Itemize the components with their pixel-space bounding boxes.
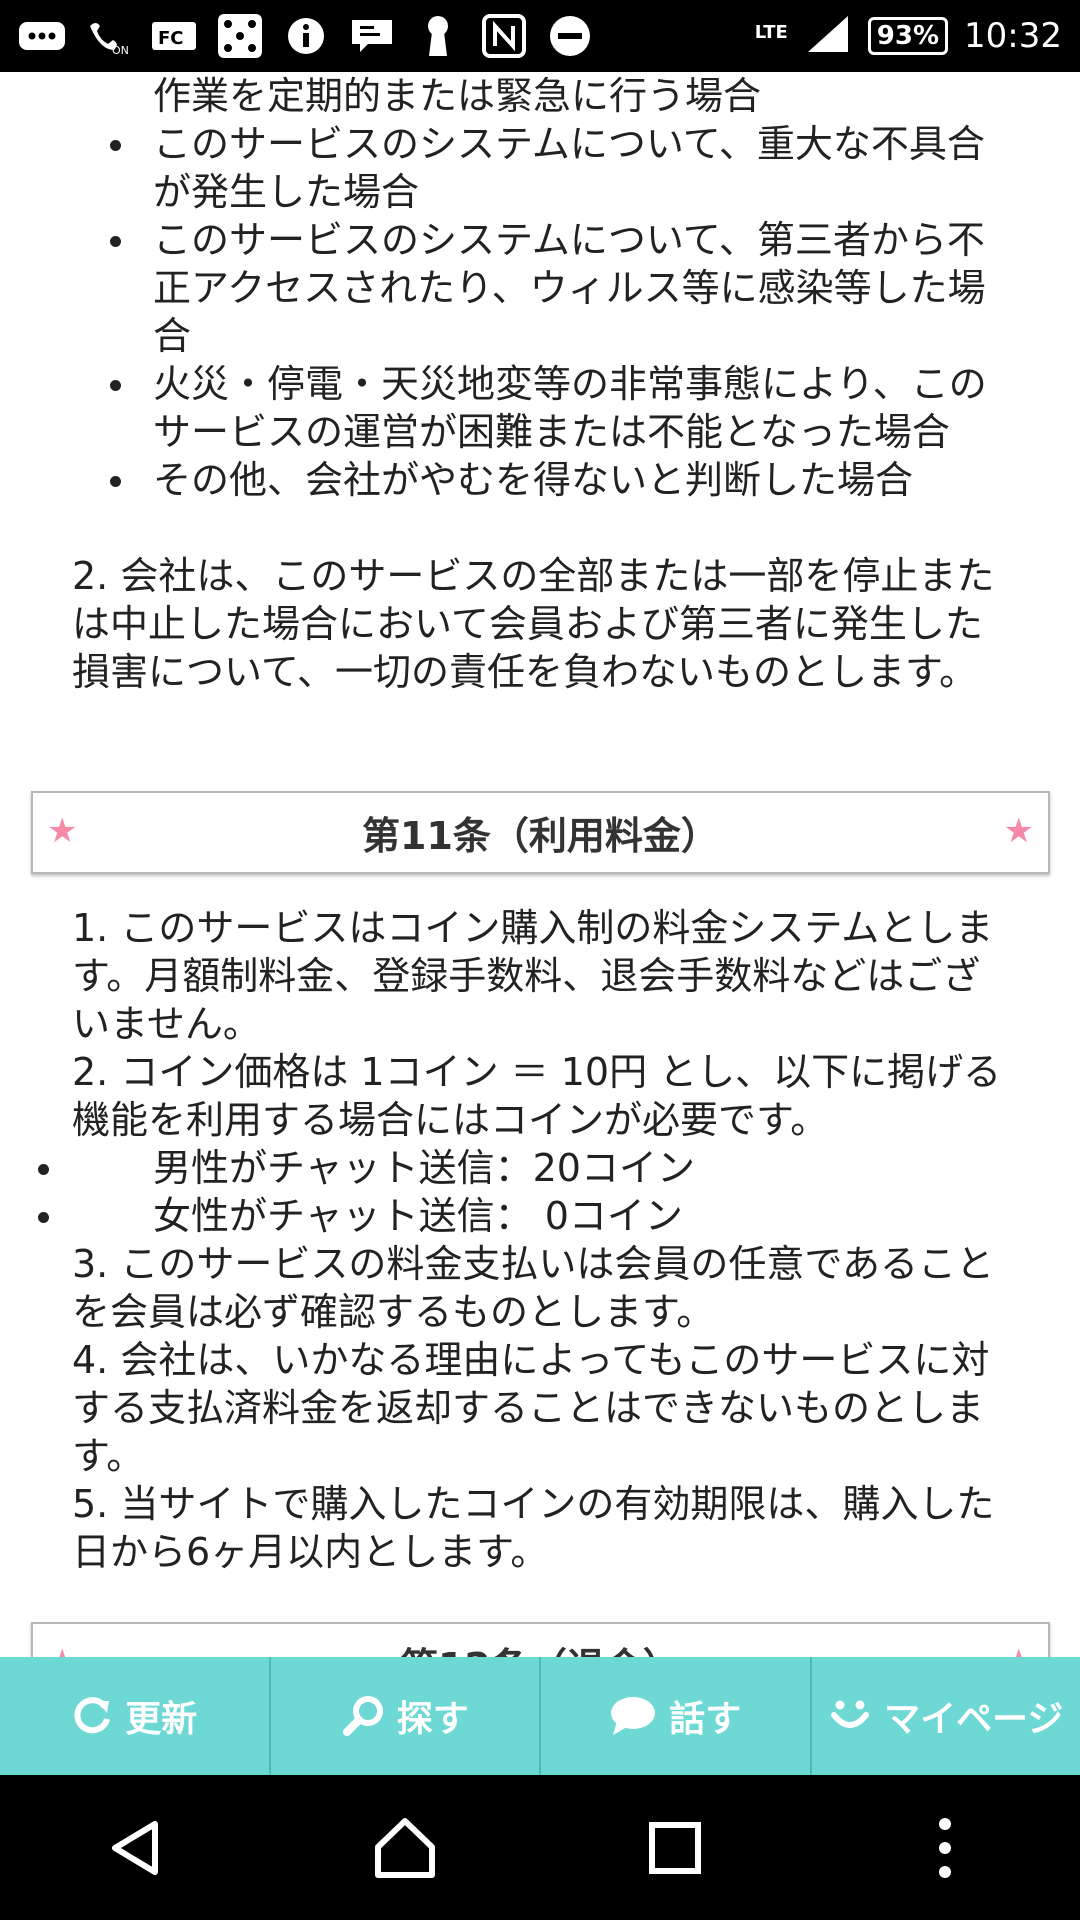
list-item: このサービスのシステムについて、重大な不具合が発生した場合 bbox=[72, 120, 1012, 216]
tab-label: マイページ bbox=[884, 1699, 1064, 1740]
network-type: LTE bbox=[754, 22, 788, 43]
smiley-icon bbox=[831, 1700, 870, 1728]
bottom-tab-bar: 更新 探す 話す マイページ bbox=[0, 1657, 1080, 1775]
back-button[interactable] bbox=[75, 1788, 195, 1908]
paragraph: 3. このサービスの料金支払いは会員の任意であることを会員は必ず確認するものとし… bbox=[72, 1242, 994, 1334]
menu-button[interactable] bbox=[885, 1788, 1005, 1908]
system-nav-bar bbox=[0, 1775, 1080, 1920]
tab-label: 話す bbox=[669, 1699, 742, 1740]
fee-list: 男性がチャット送信：20コイン 女性がチャット送信： 0コイン bbox=[0, 1144, 1012, 1240]
paragraph: 1. このサービスはコイン購入制の料金システムとします。月額制料金、登録手数料、… bbox=[72, 906, 994, 1046]
recents-icon bbox=[649, 1821, 701, 1874]
star-icon: ★ bbox=[1004, 1642, 1034, 1657]
home-icon bbox=[375, 1817, 435, 1878]
section-title: 第11条（利用料金） bbox=[362, 814, 719, 858]
signal-icon bbox=[804, 12, 852, 60]
battery-indicator: 93% bbox=[867, 17, 949, 55]
list-item: このサービスのシステムについて、第三者から不正アクセスされたり、ウィルス等に感染… bbox=[72, 216, 1012, 360]
svg-text:FC: FC bbox=[158, 28, 184, 49]
connect-app-icon bbox=[216, 14, 264, 58]
tab-refresh[interactable]: 更新 bbox=[0, 1657, 271, 1775]
article12-heading: ★ 第12条（退会） ★ bbox=[31, 1622, 1050, 1657]
recents-button[interactable] bbox=[615, 1788, 735, 1908]
status-bar: ON FC LTE 93% 10:32 bbox=[0, 0, 1080, 72]
message-icon bbox=[348, 16, 396, 56]
tab-label: 探す bbox=[396, 1699, 469, 1740]
star-icon: ★ bbox=[47, 1642, 77, 1657]
paragraph: 2. コイン価格は 1コイン ＝ 10円 とし、以下に掲げる機能を利用する場合に… bbox=[72, 1050, 1002, 1142]
article11-body: 1. このサービスはコイン購入制の料金システムとします。月額制料金、登録手数料、… bbox=[38, 904, 1012, 1576]
tab-talk[interactable]: 話す bbox=[541, 1657, 812, 1775]
tab-label: 更新 bbox=[125, 1699, 198, 1740]
do-not-disturb-icon bbox=[546, 16, 594, 56]
list-item: 火災・停電・天災地変等の非常事態により、このサービスの運営が困難または不能となっ… bbox=[72, 360, 1012, 456]
list-item: 男性がチャット送信：20コイン bbox=[0, 1144, 1012, 1192]
article11-heading: ★ 第11条（利用料金） ★ bbox=[31, 791, 1050, 874]
list-item: その他、会社がやむを得ないと判断した場合 bbox=[72, 456, 1012, 504]
star-icon: ★ bbox=[1003, 811, 1034, 851]
list-item: 女性がチャット送信： 0コイン bbox=[0, 1192, 1012, 1240]
section-title: 第12条（退会） bbox=[400, 1636, 681, 1657]
fc-app-icon: FC bbox=[150, 16, 198, 56]
keyhole-icon bbox=[414, 16, 462, 56]
nfc-icon bbox=[480, 14, 528, 58]
home-button[interactable] bbox=[345, 1788, 465, 1908]
more-icon bbox=[18, 16, 66, 56]
battery-percent: 93% bbox=[876, 21, 940, 51]
search-icon bbox=[342, 1696, 383, 1736]
menu-dots-icon bbox=[939, 1817, 951, 1878]
star-icon: ★ bbox=[47, 811, 78, 851]
wifi-calling-icon: ON bbox=[84, 16, 132, 56]
svg-text:ON: ON bbox=[112, 44, 129, 56]
article10-list: 作業を定期的または緊急に行う場合 このサービスのシステムについて、重大な不具合が… bbox=[72, 72, 1012, 504]
tab-mypage[interactable]: マイページ bbox=[812, 1657, 1080, 1775]
article10-item2: 2. 会社は、このサービスの全部または一部を停止または中止した場合において会員お… bbox=[72, 554, 995, 694]
back-icon bbox=[112, 1820, 158, 1875]
paragraph: 5. 当サイトで購入したコインの有効期限は、購入した日から6ヶ月以内とします。 bbox=[72, 1482, 995, 1574]
list-item: 作業を定期的または緊急に行う場合 bbox=[153, 74, 762, 118]
paragraph: 4. 会社は、いかなる理由によってもこのサービスに対する支払済料金を返却すること… bbox=[72, 1338, 990, 1478]
refresh-icon bbox=[74, 1697, 111, 1734]
terms-content[interactable]: 作業を定期的または緊急に行う場合 このサービスのシステムについて、重大な不具合が… bbox=[0, 72, 1080, 1657]
clock: 10:32 bbox=[964, 16, 1062, 56]
info-icon bbox=[282, 16, 330, 56]
chat-bubble-icon bbox=[611, 1697, 656, 1735]
tab-search[interactable]: 探す bbox=[271, 1657, 541, 1775]
